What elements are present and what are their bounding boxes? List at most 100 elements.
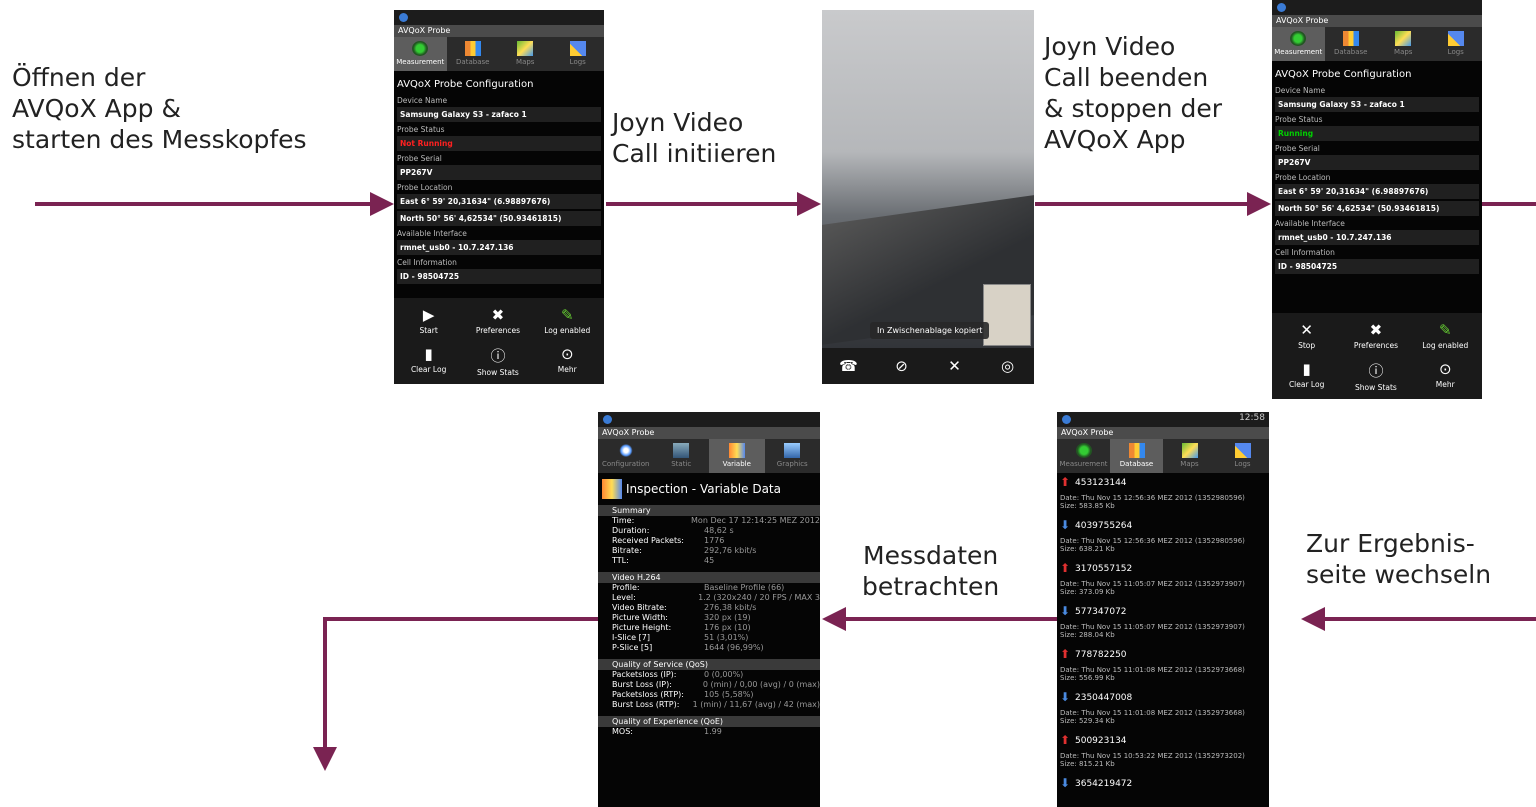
measurement-date: Date: Thu Nov 15 11:05:07 MEZ 2012 (1352… bbox=[1060, 623, 1245, 631]
pencil-icon: ✎ bbox=[1438, 321, 1452, 339]
more-menu-item[interactable]: ⊙ Mehr bbox=[533, 345, 602, 374]
log-menu-item[interactable]: ✎ Log enabled bbox=[1411, 321, 1480, 350]
inspection-key: Video Bitrate: bbox=[612, 603, 667, 612]
label-step5: Messdaten betrachten bbox=[862, 541, 1000, 601]
config-title: AVQoX Probe Configuration bbox=[397, 79, 534, 90]
cell-id: ID - 98504725 bbox=[397, 269, 601, 284]
tab-logs[interactable]: Logs bbox=[1430, 27, 1483, 61]
tab-logs[interactable]: Logs bbox=[1216, 439, 1269, 473]
inspection-value: 105 (5,58%) bbox=[704, 690, 754, 699]
inspection-row: MOS: 1.99 bbox=[598, 727, 820, 737]
maps-icon bbox=[1181, 443, 1198, 458]
inspection-section-header: Video H.264 bbox=[598, 572, 820, 583]
clear-log-menu-item[interactable]: ▮ Clear Log bbox=[394, 345, 463, 374]
tab-database[interactable]: Database bbox=[447, 37, 500, 71]
hangup-icon[interactable]: ☎ bbox=[822, 348, 875, 384]
inspection-value: Baseline Profile (66) bbox=[704, 583, 785, 592]
database-list-item[interactable]: ⬇ 4039755264 Date: Thu Nov 15 12:56:36 MEZ… bbox=[1057, 516, 1269, 559]
tab-static[interactable]: Static bbox=[654, 439, 710, 473]
database-list-item[interactable]: ⬆ 778782250 Date: Thu Nov 15 11:01:08 MEZ … bbox=[1057, 645, 1269, 688]
show-stats-menu-item[interactable]: ⓘ Show Stats bbox=[463, 345, 532, 377]
measurement-date: Date: Thu Nov 15 10:53:22 MEZ 2012 (1352… bbox=[1060, 752, 1245, 760]
interface-value: rmnet_usb0 - 10.7.247.136 bbox=[397, 240, 601, 255]
inspection-row: Burst Loss (RTP): 1 (min) / 11,67 (avg) /… bbox=[598, 700, 820, 710]
serial-value: PP267V bbox=[1275, 155, 1479, 170]
stop-menu-item[interactable]: ✕ Stop bbox=[1272, 321, 1341, 350]
clear-log-menu-item[interactable]: ▮ Clear Log bbox=[1272, 360, 1341, 389]
location-north: North 50° 56' 4,62534" (50.93461815) bbox=[1275, 201, 1479, 216]
database-icon bbox=[1128, 443, 1145, 458]
tab-logs[interactable]: Logs bbox=[552, 37, 605, 71]
arrow-down-icon: ⬇ bbox=[1060, 690, 1071, 704]
tab-bar: Measurement Database Maps Logs bbox=[1057, 439, 1269, 473]
app-title: AVQoX Probe bbox=[1057, 427, 1269, 439]
inspection-row: Received Packets: 1776 bbox=[598, 536, 820, 546]
inspection-row: Picture Height: 176 px (10) bbox=[598, 623, 820, 633]
database-list: ⬆ 453123144 Date: Thu Nov 15 12:56:36 MEZ … bbox=[1057, 473, 1269, 807]
tab-database[interactable]: Database bbox=[1325, 27, 1378, 61]
tab-measurement[interactable]: Measurement bbox=[1057, 439, 1110, 473]
interface-label: Available Interface bbox=[397, 229, 467, 238]
show-stats-menu-item[interactable]: ⓘ Show Stats bbox=[1341, 360, 1410, 392]
inspection-value: 48,62 s bbox=[704, 526, 734, 535]
status-label: Probe Status bbox=[397, 125, 445, 134]
serial-label: Probe Serial bbox=[397, 154, 442, 163]
measurement-id: 3654219472 bbox=[1075, 779, 1133, 789]
measurement-id: 453123144 bbox=[1075, 478, 1127, 488]
static-icon bbox=[673, 443, 690, 458]
arrow-up-icon: ⬆ bbox=[1060, 733, 1071, 747]
tab-database[interactable]: Database bbox=[1110, 439, 1163, 473]
camera-off-icon[interactable]: ⊘ bbox=[875, 348, 928, 384]
start-menu-item[interactable]: ▶ Start bbox=[394, 306, 463, 335]
interface-label: Available Interface bbox=[1275, 219, 1345, 228]
tab-measurement[interactable]: Measurement bbox=[394, 37, 447, 71]
tab-graphics[interactable]: Graphics bbox=[765, 439, 821, 473]
database-list-item[interactable]: ⬆ 3170557152 Date: Thu Nov 15 11:05:07 MEZ… bbox=[1057, 559, 1269, 602]
tab-configuration[interactable]: Configuration bbox=[598, 439, 654, 473]
database-icon bbox=[464, 41, 481, 56]
inspection-section-header: Quality of Service (QoS) bbox=[598, 659, 820, 670]
tab-maps[interactable]: Maps bbox=[1377, 27, 1430, 61]
phone-screenshot-database: 12:58 AVQoX Probe Measurement Database M… bbox=[1057, 412, 1269, 807]
device-label: Device Name bbox=[397, 96, 448, 105]
tab-bar: Measurement Database Maps Logs bbox=[394, 37, 604, 71]
more-menu-item[interactable]: ⊙ Mehr bbox=[1411, 360, 1480, 389]
tab-maps[interactable]: Maps bbox=[1163, 439, 1216, 473]
label-step1: Öffnen der AVQoX App & starten des Messk… bbox=[12, 63, 307, 154]
measurement-size: Size: 556.99 Kb bbox=[1060, 674, 1115, 682]
switch-camera-icon[interactable]: ◎ bbox=[981, 348, 1034, 384]
inspection-row: Packetsloss (IP): 0 (0,00%) bbox=[598, 670, 820, 680]
measurement-date: Date: Thu Nov 15 11:01:08 MEZ 2012 (1352… bbox=[1060, 666, 1245, 674]
inspection-row: Profile: Baseline Profile (66) bbox=[598, 583, 820, 593]
preferences-menu-item[interactable]: ✖ Preferences bbox=[1341, 321, 1410, 350]
tab-measurement[interactable]: Measurement bbox=[1272, 27, 1325, 61]
status-icon bbox=[1277, 3, 1286, 12]
call-controls: ☎ ⊘ ✕ ◎ bbox=[822, 348, 1034, 384]
database-list-item[interactable]: ⬇ 3654219472 bbox=[1057, 774, 1269, 807]
interface-value: rmnet_usb0 - 10.7.247.136 bbox=[1275, 230, 1479, 245]
info-icon: ⓘ bbox=[490, 347, 506, 365]
inspection-key: Level: bbox=[612, 593, 636, 602]
inspection-tab-bar: Configuration Static Variable Graphics bbox=[598, 439, 820, 473]
inspection-row: I-Slice [7] 51 (3,01%) bbox=[598, 633, 820, 643]
inspection-value: 1776 bbox=[704, 536, 725, 545]
database-list-item[interactable]: ⬇ 2350447008 Date: Thu Nov 15 11:01:08 MEZ… bbox=[1057, 688, 1269, 731]
inspection-value: 176 px (10) bbox=[704, 623, 751, 632]
inspection-key: TTL: bbox=[612, 556, 629, 565]
tab-maps[interactable]: Maps bbox=[499, 37, 552, 71]
inspection-header: Inspection - Variable Data bbox=[598, 473, 820, 499]
log-menu-item[interactable]: ✎ Log enabled bbox=[533, 306, 602, 335]
serial-label: Probe Serial bbox=[1275, 144, 1320, 153]
database-list-item[interactable]: ⬆ 500923134 Date: Thu Nov 15 10:53:22 MEZ … bbox=[1057, 731, 1269, 774]
tab-variable[interactable]: Variable bbox=[709, 439, 765, 473]
preferences-menu-item[interactable]: ✖ Preferences bbox=[463, 306, 532, 335]
app-title: AVQoX Probe bbox=[1272, 15, 1482, 27]
play-icon: ▶ bbox=[422, 306, 435, 324]
inspection-title: Inspection - Variable Data bbox=[626, 482, 781, 496]
database-list-item[interactable]: ⬆ 453123144 Date: Thu Nov 15 12:56:36 MEZ … bbox=[1057, 473, 1269, 516]
inspection-key: Picture Height: bbox=[612, 623, 672, 632]
app-title: AVQoX Probe bbox=[598, 427, 820, 439]
mic-off-icon[interactable]: ✕ bbox=[928, 348, 981, 384]
database-list-item[interactable]: ⬇ 577347072 Date: Thu Nov 15 11:05:07 MEZ … bbox=[1057, 602, 1269, 645]
location-label: Probe Location bbox=[397, 183, 453, 192]
